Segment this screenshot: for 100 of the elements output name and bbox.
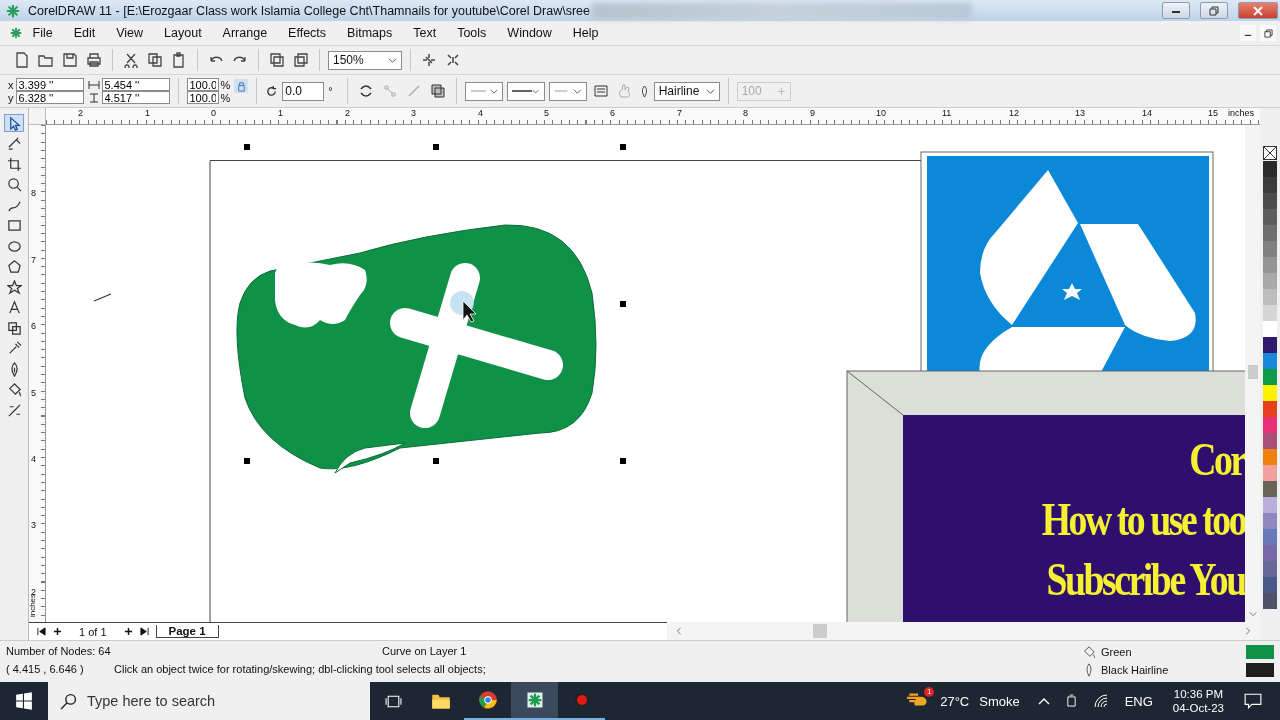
color-swatch[interactable] <box>1263 257 1277 273</box>
import-icon[interactable] <box>269 52 285 68</box>
interactive-tool-icon[interactable] <box>6 320 22 336</box>
color-swatch[interactable] <box>1263 401 1277 417</box>
color-swatch[interactable] <box>1263 353 1277 369</box>
start-arrow-dropdown[interactable] <box>464 81 503 101</box>
crop-icon[interactable] <box>6 156 22 172</box>
width-field[interactable]: 5.454 '' <box>101 78 170 91</box>
end-arrow-dropdown[interactable] <box>548 81 587 101</box>
selection-handle[interactable] <box>433 458 439 464</box>
print-icon[interactable] <box>86 52 102 68</box>
first-page-icon[interactable] <box>37 627 46 636</box>
menu-item[interactable]: File <box>22 26 64 40</box>
paste-icon[interactable] <box>171 52 187 68</box>
restore-button[interactable] <box>1260 25 1276 41</box>
menu-item[interactable]: Window <box>496 26 563 40</box>
add-page-icon[interactable] <box>53 627 62 636</box>
no-color-swatch[interactable] <box>1263 146 1277 160</box>
chevron-up-icon[interactable] <box>1037 697 1050 705</box>
color-swatch[interactable] <box>1263 545 1277 561</box>
notification-icon[interactable] <box>1244 693 1262 709</box>
height-field[interactable]: 4.517 '' <box>101 91 170 104</box>
color-swatch[interactable] <box>1263 465 1277 481</box>
text-tool-icon[interactable] <box>6 300 22 315</box>
menu-item[interactable]: Edit <box>63 26 106 40</box>
color-swatch[interactable] <box>1263 481 1277 497</box>
color-swatch[interactable] <box>1263 497 1277 513</box>
menu-item[interactable]: View <box>105 26 154 40</box>
menu-item[interactable]: Help <box>562 26 610 40</box>
export-icon[interactable] <box>293 52 309 68</box>
node-icon[interactable] <box>381 83 398 99</box>
selection-handle[interactable] <box>620 301 626 307</box>
search-field[interactable]: Type here to search <box>48 682 370 720</box>
wrap-text-icon[interactable] <box>592 83 609 99</box>
scroll-thumb[interactable] <box>813 624 827 638</box>
interactive-fill-icon[interactable] <box>6 402 22 418</box>
menu-item[interactable]: Tools <box>446 26 497 40</box>
open-folder-icon[interactable] <box>38 52 54 68</box>
color-swatch[interactable] <box>1263 369 1277 385</box>
color-swatch[interactable] <box>1263 209 1277 225</box>
color-swatch[interactable] <box>1263 561 1277 577</box>
selection-handle[interactable] <box>620 144 626 150</box>
shape-tool-icon[interactable] <box>6 136 22 151</box>
lock-ratio-button[interactable] <box>234 79 249 93</box>
color-swatch[interactable] <box>1263 289 1277 305</box>
language-indicator[interactable]: ENG <box>1124 693 1153 709</box>
fill-bucket-icon[interactable] <box>6 382 22 397</box>
meet-icon[interactable] <box>1065 693 1077 709</box>
wifi-icon[interactable] <box>1092 694 1109 708</box>
curve-shape-drawing[interactable] <box>236 224 597 474</box>
star-icon[interactable] <box>6 279 22 295</box>
corel-online-icon[interactable] <box>445 52 461 68</box>
color-swatch[interactable] <box>1263 241 1277 257</box>
taskbar-button[interactable] <box>511 682 558 720</box>
color-swatch[interactable] <box>1263 177 1277 193</box>
save-icon[interactable] <box>62 52 78 68</box>
y-position-field[interactable]: 6.328 '' <box>15 91 84 104</box>
horizontal-scrollbar[interactable] <box>667 622 1260 640</box>
color-swatch[interactable] <box>1263 337 1277 353</box>
copy-icon[interactable] <box>147 52 163 68</box>
color-swatch[interactable] <box>1263 193 1277 209</box>
angle-field[interactable]: 0.0 <box>282 81 325 101</box>
color-swatch[interactable] <box>1263 433 1277 449</box>
color-swatch[interactable] <box>1263 529 1277 545</box>
last-page-icon[interactable] <box>139 627 149 636</box>
line-style-dropdown[interactable] <box>506 81 545 101</box>
color-swatch[interactable] <box>1263 161 1277 177</box>
clock-time[interactable]: 10:36 PM <box>1173 688 1224 700</box>
color-swatch[interactable] <box>1263 513 1277 529</box>
cut-icon[interactable] <box>123 52 139 68</box>
color-swatch[interactable] <box>1263 321 1277 337</box>
close-button[interactable] <box>1238 2 1278 19</box>
scroll-thumb[interactable] <box>1247 365 1258 379</box>
add-page-icon[interactable] <box>123 627 133 636</box>
menu-item[interactable]: Bitmaps <box>336 26 403 40</box>
selection-handle[interactable] <box>244 144 250 150</box>
color-swatch[interactable] <box>1263 385 1277 401</box>
color-swatch[interactable] <box>1263 577 1277 593</box>
menu-item[interactable]: Text <box>402 26 447 40</box>
color-swatch[interactable] <box>1263 305 1277 321</box>
vertical-scrollbar[interactable] <box>1245 125 1260 622</box>
outline-width-dropdown[interactable]: Hairline <box>653 81 720 101</box>
color-swatch[interactable] <box>1263 593 1277 609</box>
polygon-icon[interactable] <box>6 259 22 274</box>
zoom-dropdown[interactable]: 150% <box>328 50 402 70</box>
selection-handle[interactable] <box>244 458 250 464</box>
rectangle-icon[interactable] <box>6 218 22 233</box>
new-document-icon[interactable] <box>14 52 30 68</box>
menu-item[interactable]: Effects <box>277 26 337 40</box>
launcher-icon[interactable] <box>421 52 437 68</box>
color-swatch[interactable] <box>1263 273 1277 289</box>
color-swatch[interactable] <box>1263 449 1277 465</box>
restore-button[interactable] <box>1200 2 1228 19</box>
selection-handle[interactable] <box>620 458 626 464</box>
page-tab[interactable]: Page 1 <box>155 625 219 638</box>
minimize-button[interactable] <box>1240 25 1256 41</box>
minimize-button[interactable] <box>1162 2 1190 19</box>
menu-item[interactable]: Arrange <box>212 26 278 40</box>
menu-item[interactable]: Layout <box>153 26 213 40</box>
x-position-field[interactable]: 3.399 '' <box>15 78 84 91</box>
